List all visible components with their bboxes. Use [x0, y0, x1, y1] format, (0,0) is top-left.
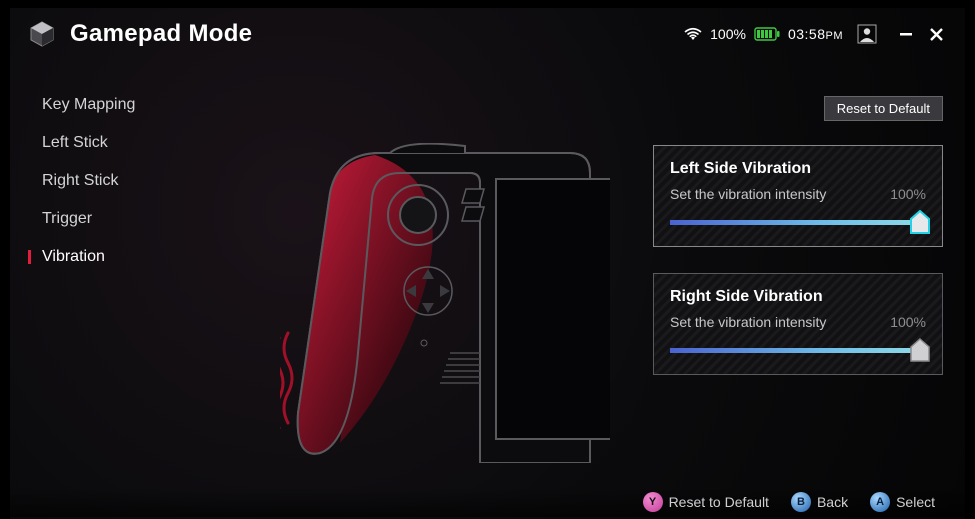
sidebar-item-right-stick[interactable]: Right Stick [34, 164, 184, 198]
sidebar-item-label: Right Stick [42, 172, 118, 189]
sidebar-item-label: Vibration [42, 248, 105, 265]
slider-track [670, 220, 926, 225]
left-vibration-card[interactable]: Left Side Vibration Set the vibration in… [653, 145, 943, 247]
left-vibration-slider[interactable] [670, 214, 926, 228]
right-vibration-slider[interactable] [670, 342, 926, 356]
battery-pct-label: 100% [710, 26, 746, 42]
header: Gamepad Mode 100% [10, 8, 965, 60]
minimize-button[interactable] [895, 23, 917, 45]
sidebar-item-label: Left Stick [42, 134, 108, 151]
b-button-icon: B [791, 492, 811, 512]
slider-thumb[interactable] [910, 210, 930, 234]
hint-label: Select [896, 494, 935, 510]
close-button[interactable] [925, 23, 947, 45]
clock-time: 03:58 [788, 26, 826, 42]
hint-label: Reset to Default [669, 494, 769, 510]
footer-hints: Y Reset to Default B Back A Select [10, 487, 965, 517]
slider-thumb[interactable] [910, 338, 930, 362]
sidebar-item-key-mapping[interactable]: Key Mapping [34, 88, 184, 122]
sidebar: Key Mapping Left Stick Right Stick Trigg… [34, 88, 184, 278]
reset-to-default-button[interactable]: Reset to Default [824, 96, 943, 121]
app-window: Gamepad Mode 100% [10, 8, 965, 519]
clock: 03:58PM [788, 26, 843, 42]
hint-label: Back [817, 494, 848, 510]
sidebar-item-trigger[interactable]: Trigger [34, 202, 184, 236]
profile-icon[interactable] [857, 24, 877, 44]
page-title: Gamepad Mode [70, 20, 252, 48]
hint-reset: Y Reset to Default [643, 492, 769, 512]
device-illustration [280, 143, 610, 463]
sidebar-item-vibration[interactable]: Vibration [34, 240, 184, 274]
y-button-icon: Y [643, 492, 663, 512]
app-logo-icon [28, 20, 56, 48]
left-vibration-value: 100% [890, 186, 926, 202]
hint-back: B Back [791, 492, 848, 512]
right-vibration-card[interactable]: Right Side Vibration Set the vibration i… [653, 273, 943, 375]
clock-ampm: PM [826, 30, 844, 42]
sidebar-item-label: Key Mapping [42, 96, 135, 113]
card-title: Right Side Vibration [670, 288, 926, 306]
status-area: 100% 03:58PM [684, 23, 947, 45]
card-desc: Set the vibration intensity [670, 186, 826, 202]
slider-track [670, 348, 926, 353]
card-title: Left Side Vibration [670, 160, 926, 178]
a-button-icon: A [870, 492, 890, 512]
wifi-icon [684, 27, 702, 41]
battery-icon [754, 27, 780, 41]
sidebar-item-label: Trigger [42, 210, 92, 227]
right-vibration-value: 100% [890, 314, 926, 330]
sidebar-item-left-stick[interactable]: Left Stick [34, 126, 184, 160]
hint-select: A Select [870, 492, 935, 512]
settings-panel: Reset to Default Left Side Vibration Set… [653, 96, 943, 401]
card-desc: Set the vibration intensity [670, 314, 826, 330]
